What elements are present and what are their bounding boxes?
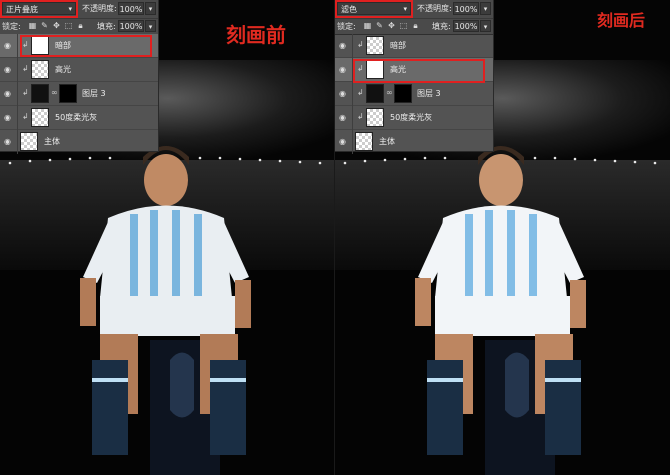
- layer-row[interactable]: ◉ ↲ 50度柔光灰: [0, 106, 158, 130]
- clip-arrow-icon: ↲: [357, 112, 364, 121]
- fill-label: 填充:: [432, 22, 451, 31]
- eye-icon[interactable]: ◉: [339, 65, 349, 75]
- layer-mask-thumbnail: [59, 84, 77, 103]
- after-label: 刻画后: [597, 11, 646, 30]
- lock-icon[interactable]: 🔒︎: [76, 21, 85, 30]
- opacity-input[interactable]: 100%: [453, 2, 479, 15]
- dropdown-arrow-icon[interactable]: ▾: [145, 2, 156, 15]
- selected-layer-highlight: [353, 59, 485, 83]
- blend-mode-highlight: [335, 0, 413, 18]
- layer-row[interactable]: ◉ 主体: [0, 130, 158, 154]
- layer-name[interactable]: 50度柔光灰: [390, 113, 432, 123]
- layer-row[interactable]: ◉ ↲ ∞ 图层 3: [335, 82, 493, 106]
- layer-row[interactable]: ◉ ↲ 高光: [0, 58, 158, 82]
- eye-icon[interactable]: ◉: [4, 65, 14, 75]
- lock-move-icon[interactable]: ✥: [387, 21, 396, 30]
- lock-icon[interactable]: 🔒︎: [411, 21, 420, 30]
- layer-row[interactable]: ◉ ↲ ∞ 图层 3: [0, 82, 158, 106]
- lock-artboard-icon[interactable]: ⬚: [399, 21, 408, 30]
- dropdown-arrow-icon[interactable]: ▾: [480, 20, 491, 32]
- clip-arrow-icon: ↲: [22, 112, 29, 121]
- before-label: 刻画前: [226, 23, 286, 47]
- fill-input[interactable]: 100%: [118, 20, 144, 32]
- opacity-label: 不透明度:: [417, 4, 452, 13]
- layer-thumbnail: [366, 108, 384, 127]
- eye-icon[interactable]: ◉: [4, 89, 14, 99]
- lock-transparent-icon[interactable]: ▦: [28, 21, 37, 30]
- blend-mode-highlight: [0, 0, 78, 18]
- eye-icon[interactable]: ◉: [4, 113, 14, 123]
- opacity-input[interactable]: 100%: [118, 2, 144, 15]
- layer-name[interactable]: 主体: [44, 137, 60, 147]
- lock-label: 锁定:: [2, 22, 21, 31]
- selected-layer-highlight: [20, 35, 152, 57]
- after-image: 滤色 ▾ 不透明度: 100% ▾ 锁定: ▦ ✎ ✥ ⬚ 🔒︎ 填充: 100%…: [335, 0, 670, 475]
- layers-panel: 正片叠底 ▾ 不透明度: 100% ▾ 锁定: ▦ ✎ ✥ ⬚ 🔒︎ 填充: 10…: [0, 0, 159, 154]
- lock-artboard-icon[interactable]: ⬚: [64, 21, 73, 30]
- opacity-label: 不透明度:: [82, 4, 117, 13]
- layers-panel: 滤色 ▾ 不透明度: 100% ▾ 锁定: ▦ ✎ ✥ ⬚ 🔒︎ 填充: 100%…: [335, 0, 494, 154]
- clip-arrow-icon: ↲: [22, 88, 29, 97]
- layer-name[interactable]: 图层 3: [417, 89, 441, 99]
- lock-label: 锁定:: [337, 22, 356, 31]
- dropdown-arrow-icon[interactable]: ▾: [480, 2, 491, 15]
- eye-icon[interactable]: ◉: [339, 89, 349, 99]
- layer-name[interactable]: 暗部: [390, 41, 406, 51]
- layer-thumbnail: [31, 60, 49, 79]
- dropdown-arrow-icon[interactable]: ▾: [145, 20, 156, 32]
- layer-thumbnail: [366, 36, 384, 55]
- eye-icon[interactable]: ◉: [339, 137, 349, 147]
- clip-arrow-icon: ↲: [22, 64, 29, 73]
- lock-move-icon[interactable]: ✥: [52, 21, 61, 30]
- lock-brush-icon[interactable]: ✎: [375, 21, 384, 30]
- layer-thumbnail: [20, 132, 38, 151]
- layer-name[interactable]: 高光: [55, 65, 71, 75]
- link-icon: ∞: [386, 88, 393, 97]
- clip-arrow-icon: ↲: [357, 40, 364, 49]
- eye-icon[interactable]: ◉: [4, 137, 14, 147]
- clip-arrow-icon: ↲: [357, 88, 364, 97]
- lock-transparent-icon[interactable]: ▦: [363, 21, 372, 30]
- layer-row[interactable]: ◉ ↲ 暗部: [335, 34, 493, 58]
- before-image: 正片叠底 ▾ 不透明度: 100% ▾ 锁定: ▦ ✎ ✥ ⬚ 🔒︎ 填充: 10…: [0, 0, 335, 475]
- layer-row[interactable]: ◉ ↲ 50度柔光灰: [335, 106, 493, 130]
- fill-input[interactable]: 100%: [453, 20, 479, 32]
- layer-row[interactable]: ◉ 主体: [335, 130, 493, 154]
- eye-icon[interactable]: ◉: [339, 113, 349, 123]
- link-icon: ∞: [51, 88, 58, 97]
- layer-name[interactable]: 主体: [379, 137, 395, 147]
- layer-thumbnail: [31, 84, 49, 103]
- eye-icon[interactable]: ◉: [4, 41, 14, 51]
- layer-thumbnail: [366, 84, 384, 103]
- layer-name[interactable]: 图层 3: [82, 89, 106, 99]
- layer-thumbnail: [31, 108, 49, 127]
- layer-mask-thumbnail: [394, 84, 412, 103]
- lock-brush-icon[interactable]: ✎: [40, 21, 49, 30]
- layer-thumbnail: [355, 132, 373, 151]
- layer-name[interactable]: 50度柔光灰: [55, 113, 97, 123]
- eye-icon[interactable]: ◉: [339, 41, 349, 51]
- fill-label: 填充:: [97, 22, 116, 31]
